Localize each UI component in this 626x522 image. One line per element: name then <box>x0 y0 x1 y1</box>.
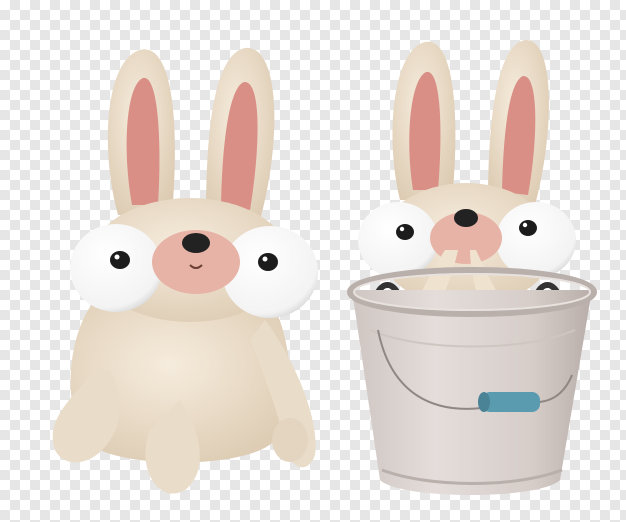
left-bunny-eye-left <box>70 224 162 312</box>
left-bunny-foot <box>272 418 308 462</box>
bunny-in-bucket <box>347 39 597 495</box>
left-bunny-nose <box>182 233 210 253</box>
right-bunny-nose <box>454 209 478 227</box>
right-bunny-ears <box>392 39 549 205</box>
image-canvas <box>0 0 626 522</box>
illustration <box>52 39 597 495</box>
right-bunny-eye-right <box>496 202 576 278</box>
right-bunny-eye-left <box>358 202 438 278</box>
bunny-sitting <box>52 47 318 494</box>
bucket <box>347 267 597 495</box>
left-bunny-ears <box>107 47 275 220</box>
